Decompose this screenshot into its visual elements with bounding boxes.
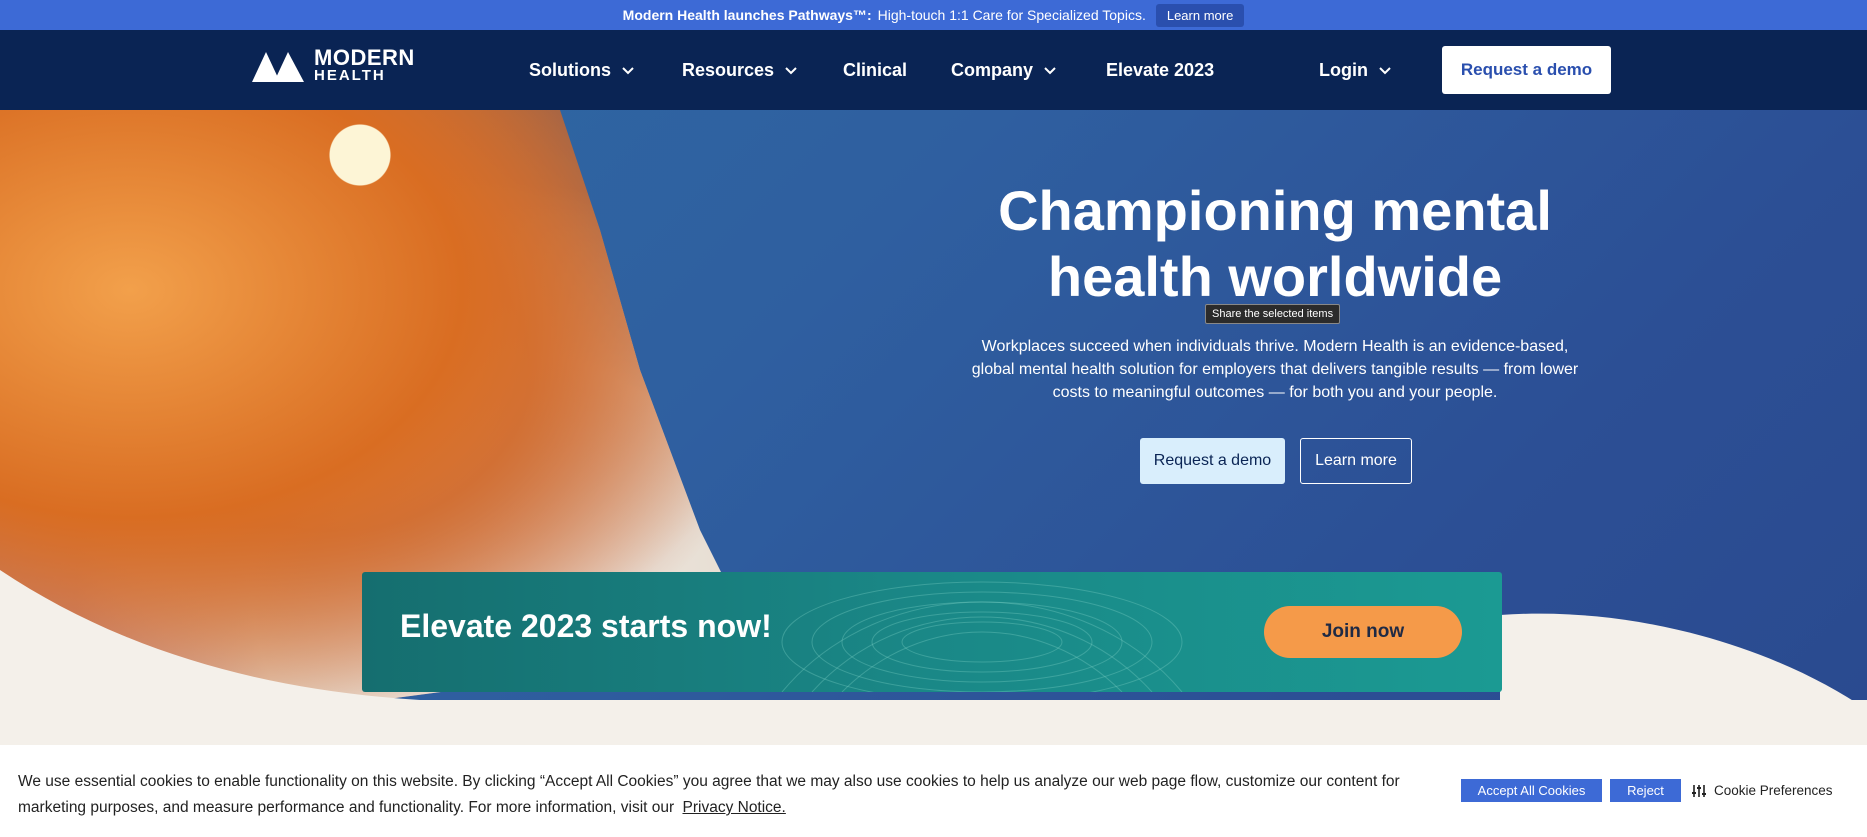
join-now-button[interactable]: Join now — [1264, 606, 1462, 658]
cookie-preferences-label: Cookie Preferences — [1714, 783, 1833, 798]
nav-clinical-label: Clinical — [843, 59, 908, 80]
nav-elevate-label: Elevate 2023 — [1106, 59, 1215, 80]
nav-elevate-2023[interactable]: Elevate 2023 — [1106, 30, 1214, 110]
chevron-down-icon — [1379, 67, 1391, 75]
elevate-title: Elevate 2023 starts now! — [400, 608, 772, 644]
hero-learn-more-button[interactable]: Learn more — [1300, 438, 1412, 484]
reject-cookies-button[interactable]: Reject — [1610, 779, 1681, 802]
logo-mark-icon — [252, 52, 304, 82]
main-nav: MODERN HEALTH Solutions Resources Clinic… — [0, 30, 1867, 110]
nav-resources-label: Resources — [682, 59, 775, 80]
cookie-banner: We use essential cookies to enable funct… — [0, 745, 1867, 837]
sliders-icon — [1692, 784, 1706, 797]
hero-request-demo-button[interactable]: Request a demo — [1140, 438, 1285, 484]
share-tooltip: Share the selected items — [1205, 304, 1341, 324]
chevron-down-icon — [622, 67, 634, 75]
hero-title-line1: Championing mental — [998, 179, 1552, 242]
logo-line1: MODERN — [314, 44, 415, 70]
hero-title: Championing mental health worldwide — [940, 178, 1610, 310]
announcement-bar: Modern Health launches Pathways™: High-t… — [0, 0, 1867, 30]
nav-solutions-label: Solutions — [529, 59, 611, 80]
chevron-down-icon — [785, 67, 797, 75]
nav-login[interactable]: Login — [1319, 30, 1392, 110]
privacy-notice-link[interactable]: Privacy Notice. — [683, 799, 786, 816]
nav-request-demo-button[interactable]: Request a demo — [1442, 46, 1611, 94]
announcement-learn-more-button[interactable]: Learn more — [1155, 3, 1245, 27]
nav-clinical[interactable]: Clinical — [843, 30, 907, 110]
hero-title-line2: health worldwide — [1047, 245, 1503, 308]
hero-subtitle: Workplaces succeed when individuals thri… — [971, 338, 1579, 401]
cookie-preferences-button[interactable]: Cookie Preferences — [1692, 779, 1833, 802]
logo[interactable]: MODERN HEALTH — [250, 46, 415, 84]
announcement-text: High-touch 1:1 Care for Specialized Topi… — [877, 7, 1146, 23]
nav-login-label: Login — [1319, 59, 1368, 80]
nav-solutions[interactable]: Solutions — [529, 30, 635, 110]
nav-company-label: Company — [951, 59, 1034, 80]
nav-company[interactable]: Company — [951, 30, 1057, 110]
logo-text: MODERN HEALTH — [314, 46, 415, 84]
banner-pattern-icon — [781, 581, 1183, 692]
elevate-banner: Elevate 2023 starts now! Join now — [362, 572, 1502, 692]
cookie-text: We use essential cookies to enable funct… — [18, 769, 1438, 821]
hero-section: Championing mental health worldwide Shar… — [0, 110, 1867, 750]
nav-resources[interactable]: Resources — [682, 30, 798, 110]
chevron-down-icon — [1044, 67, 1056, 75]
accept-all-cookies-button[interactable]: Accept All Cookies — [1461, 779, 1602, 802]
announcement-bold: Modern Health launches Pathways™: — [622, 7, 872, 23]
